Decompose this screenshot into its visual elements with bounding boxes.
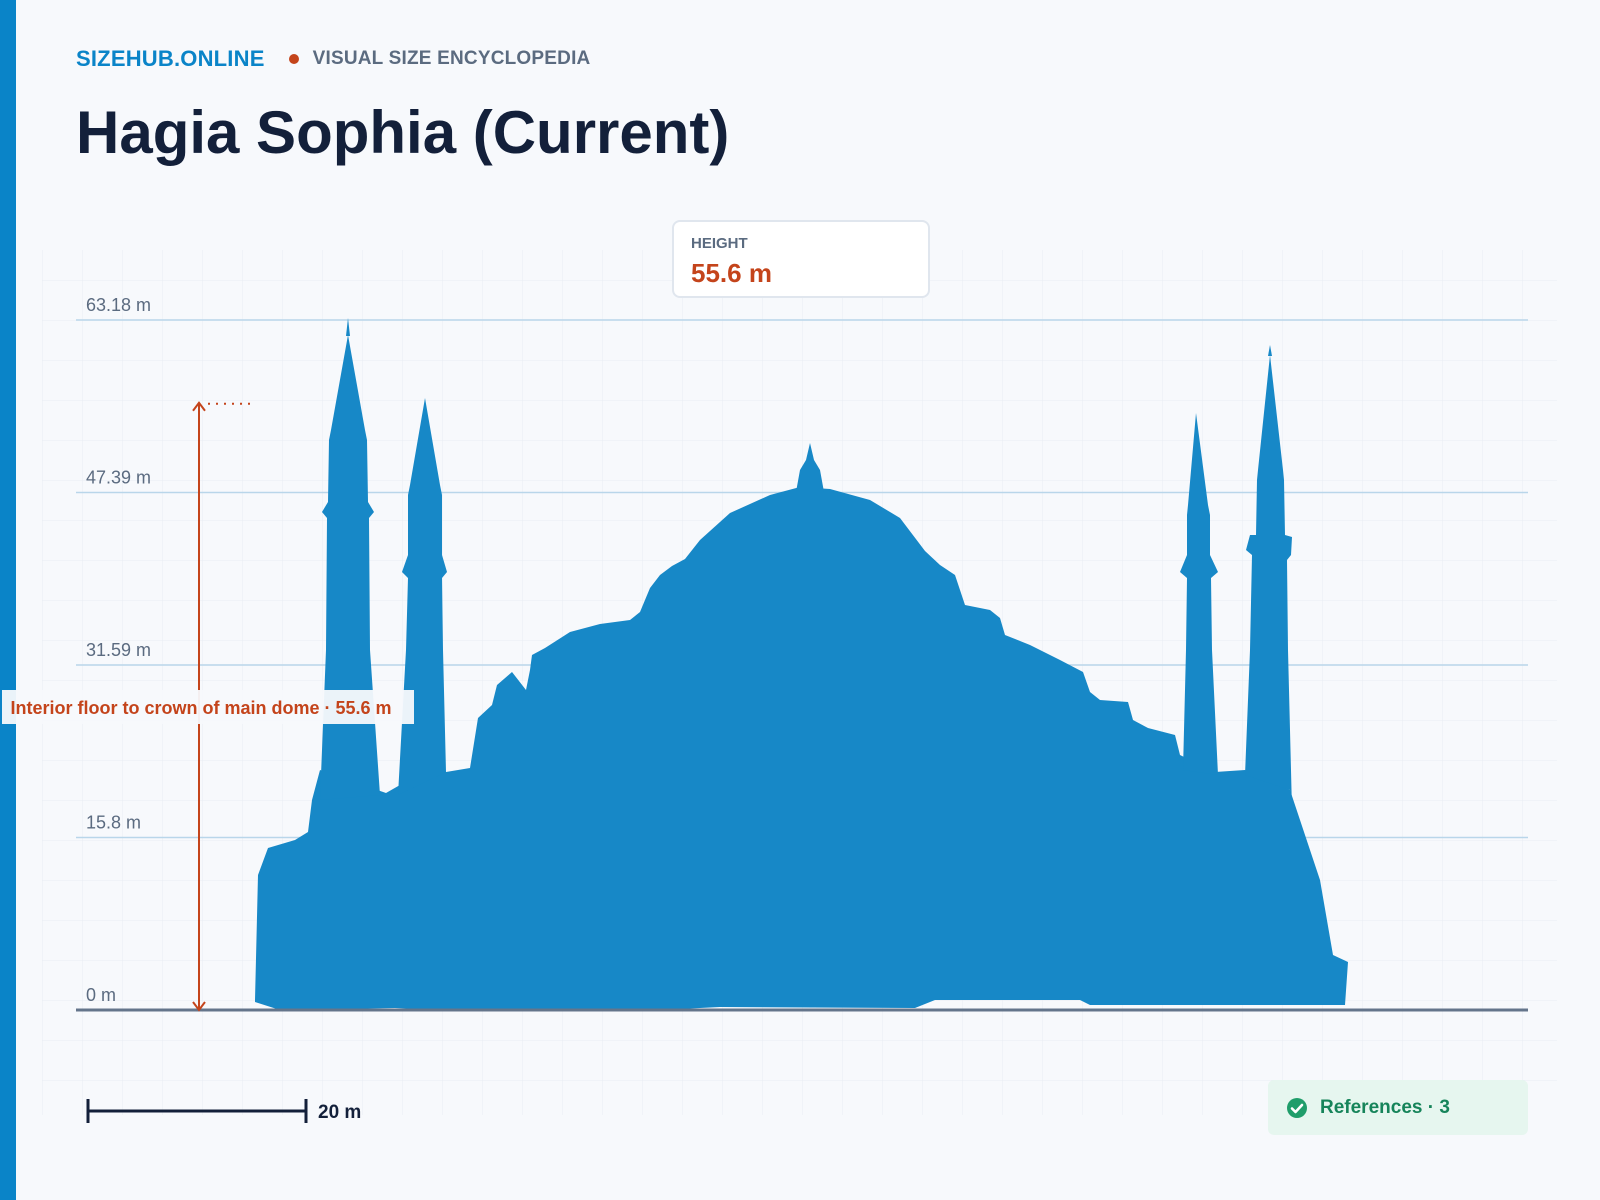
height-tick-label: 15.8 m [86,812,141,832]
references-button[interactable]: References · 3 [1268,1080,1528,1135]
height-tick-label: 0 m [86,985,116,1005]
height-tick-label: 47.39 m [86,467,151,487]
height-card: HEIGHT 55.6 m [672,220,930,298]
scale-bar-label: 20 m [318,1102,361,1123]
size-diagram: 0 m 15.8 m 31.59 m 47.39 m 63.18 m Interior … [2,250,1557,1123]
height-tick-label: 63.18 m [86,295,151,315]
references-label: References · 3 [1320,1096,1450,1118]
measurement-label: Interior floor to crown of main dome · 5… [10,698,391,718]
height-value: 55.6 m [691,258,772,288]
height-tick-label: 31.59 m [86,640,151,660]
check-circle-icon [1287,1097,1307,1118]
height-label: HEIGHT [691,235,748,252]
